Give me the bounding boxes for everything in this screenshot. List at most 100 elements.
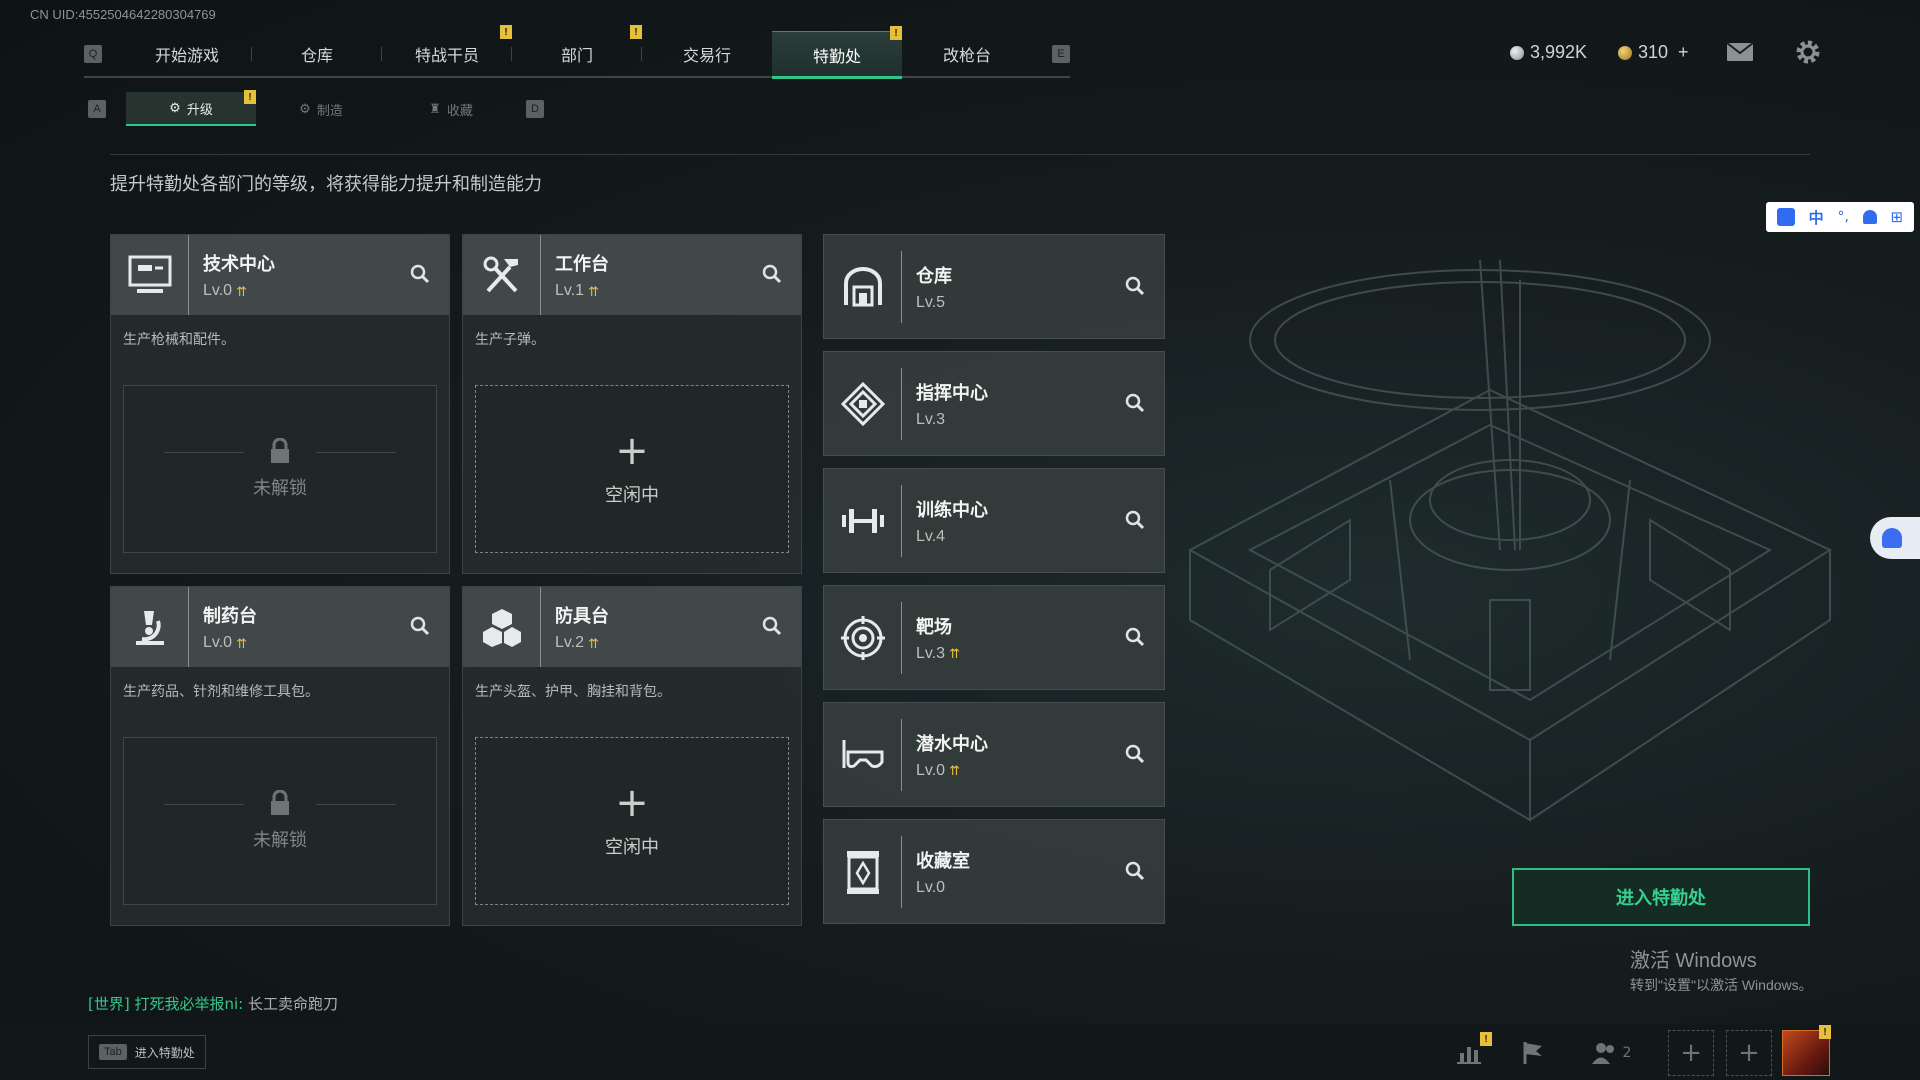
facility-card-training-center[interactable]: 训练中心 Lv.4 <box>823 468 1165 573</box>
computer-icon <box>111 235 189 315</box>
enter-special-ops-shortcut[interactable]: Tab 进入特勤处 <box>88 1035 206 1069</box>
plus-icon: + <box>615 780 649 826</box>
add-teammate-slot-2[interactable]: + <box>1726 1030 1772 1076</box>
facility-card-pharmacy[interactable]: 制药台 Lv.0 ⇈ 生产药品、针剂和维修工具包。 未解锁 <box>110 586 450 926</box>
tab-gunsmith[interactable]: 改枪台 <box>902 31 1032 77</box>
slot-status: 未解锁 <box>253 478 307 499</box>
facility-card-armor-bench[interactable]: 防具台 Lv.2 ⇈ 生产头盔、护甲、胸挂和背包。 + 空闲中 <box>462 586 802 926</box>
tab-operators[interactable]: 特战干员! <box>382 25 512 77</box>
tab-label: 交易行 <box>682 48 731 65</box>
search-icon[interactable] <box>757 611 787 641</box>
search-icon[interactable] <box>1120 856 1150 886</box>
search-icon[interactable] <box>1120 622 1150 652</box>
subtab-upgrade[interactable]: ⚙ 升级 ! <box>126 90 256 126</box>
slot-status: 空闲中 <box>605 837 659 858</box>
facility-card-shooting-range[interactable]: 靶场 Lv.3 ⇈ <box>823 585 1165 690</box>
trophy-case-icon <box>824 835 902 908</box>
key-hint-q: Q <box>84 45 102 63</box>
search-icon[interactable] <box>1120 505 1150 535</box>
friends-icon[interactable]: 2 <box>1586 1036 1636 1070</box>
enter-special-ops-button[interactable]: 进入特勤处 <box>1512 868 1810 926</box>
assistant-side-icon[interactable] <box>1870 517 1920 559</box>
ime-logo-icon <box>1776 208 1795 226</box>
chat-line[interactable]: [世界] 打死我必举报ni: 长工卖命跑刀 <box>88 993 338 1014</box>
tab-label: 改枪台 <box>942 48 991 65</box>
tab-warehouse[interactable]: 仓库 <box>252 31 382 77</box>
tab-start-game[interactable]: 开始游戏 <box>122 31 252 77</box>
facility-card-command-center[interactable]: 指挥中心 Lv.3 <box>823 351 1165 456</box>
card-level: Lv.0 <box>916 878 946 896</box>
card-level: Lv.0 <box>916 761 946 779</box>
tab-key-hint: Tab <box>99 1044 127 1060</box>
lock-icon <box>271 790 289 815</box>
idle-slot[interactable]: + 空闲中 <box>475 385 789 553</box>
facility-card-collection-room[interactable]: 收藏室 Lv.0 <box>823 819 1165 924</box>
card-level: Lv.4 <box>916 527 946 545</box>
diving-mask-icon <box>824 718 902 791</box>
alert-badge: ! <box>1819 1025 1831 1039</box>
mail-icon[interactable] <box>1726 42 1754 62</box>
player-uid: CN UID:4552504642280304769 <box>30 7 216 22</box>
settings-gear-icon[interactable] <box>1794 38 1822 66</box>
alert-badge: ! <box>890 26 902 40</box>
search-icon[interactable] <box>1120 739 1150 769</box>
upgrade-arrow-icon: ⇈ <box>588 635 599 651</box>
facility-card-warehouse[interactable]: 仓库 Lv.5 <box>823 234 1165 339</box>
microscope-icon <box>111 587 189 667</box>
ime-grid-icon[interactable]: ⊞ <box>1890 208 1903 226</box>
boxes-icon <box>463 587 541 667</box>
tab-department[interactable]: 部门! <box>512 25 642 77</box>
player-avatar[interactable]: ! <box>1782 1025 1831 1076</box>
ime-punctuation-icon[interactable]: °, <box>1837 209 1848 225</box>
subtab-label: 制造 <box>316 102 343 118</box>
gold-add-button[interactable]: + <box>1678 42 1689 63</box>
card-title: 指挥中心 <box>916 382 988 404</box>
windows-activation-watermark: 激活 Windows 转到"设置"以激活 Windows。 <box>1630 944 1813 995</box>
idle-slot[interactable]: + 空闲中 <box>475 737 789 905</box>
subtab-label: 升级 <box>186 101 213 117</box>
target-icon <box>824 601 902 674</box>
stats-chart-icon[interactable]: ! <box>1452 1032 1492 1070</box>
subtab-collection[interactable]: ♜ 收藏 <box>386 92 516 126</box>
ime-avatar-icon[interactable] <box>1862 210 1877 224</box>
tab-trade[interactable]: 交易行 <box>642 31 772 77</box>
tab-special-ops[interactable]: 特勤处! <box>772 26 902 79</box>
slot-status: 未解锁 <box>253 830 307 851</box>
search-icon[interactable] <box>1120 388 1150 418</box>
card-title: 工作台 <box>555 254 609 275</box>
upgrade-arrow-icon: ⇈ <box>236 283 247 299</box>
ime-mode[interactable]: 中 <box>1809 207 1824 228</box>
search-icon[interactable] <box>405 259 435 289</box>
search-icon[interactable] <box>757 259 787 289</box>
slot-status: 空闲中 <box>605 485 659 506</box>
sub-navigation: A ⚙ 升级 ! ⚙ 制造 ♜ 收藏 D <box>88 90 544 126</box>
alert-badge: ! <box>500 25 512 39</box>
chat-sender: 打死我必举报ni: <box>134 995 244 1013</box>
facility-card-tech-center[interactable]: 技术中心 Lv.0 ⇈ 生产枪械和配件。 未解锁 <box>110 234 450 574</box>
locked-slot: 未解锁 <box>123 737 437 905</box>
gold-currency[interactable]: 310 + <box>1618 42 1689 63</box>
silver-amount: 3,992K <box>1530 42 1588 62</box>
search-icon[interactable] <box>1120 271 1150 301</box>
search-icon[interactable] <box>405 611 435 641</box>
add-teammate-slot-1[interactable]: + <box>1668 1030 1714 1076</box>
card-level: Lv.1 <box>555 282 585 299</box>
facility-card-diving-center[interactable]: 潜水中心 Lv.0 ⇈ <box>823 702 1165 807</box>
card-header: 防具台 Lv.2 ⇈ <box>463 587 801 667</box>
tab-label: 部门 <box>560 48 593 65</box>
card-title: 防具台 <box>555 606 609 627</box>
flag-icon[interactable] <box>1516 1036 1550 1070</box>
card-title: 技术中心 <box>203 254 275 275</box>
ime-toolbar[interactable]: 中 °, ⊞ <box>1766 202 1914 232</box>
card-title: 靶场 <box>916 616 952 638</box>
card-title: 潜水中心 <box>916 733 988 755</box>
card-title: 仓库 <box>916 265 952 287</box>
shortcut-label: 进入特勤处 <box>134 1045 195 1060</box>
silver-coin-icon <box>1510 45 1524 60</box>
gold-amount: 310 <box>1638 42 1669 62</box>
divider <box>110 154 1810 155</box>
subtab-craft[interactable]: ⚙ 制造 <box>256 92 386 126</box>
facility-card-workbench[interactable]: 工作台 Lv.1 ⇈ 生产子弹。 + 空闲中 <box>462 234 802 574</box>
key-hint-e: E <box>1052 45 1070 63</box>
silver-currency: 3,992K <box>1510 42 1587 63</box>
